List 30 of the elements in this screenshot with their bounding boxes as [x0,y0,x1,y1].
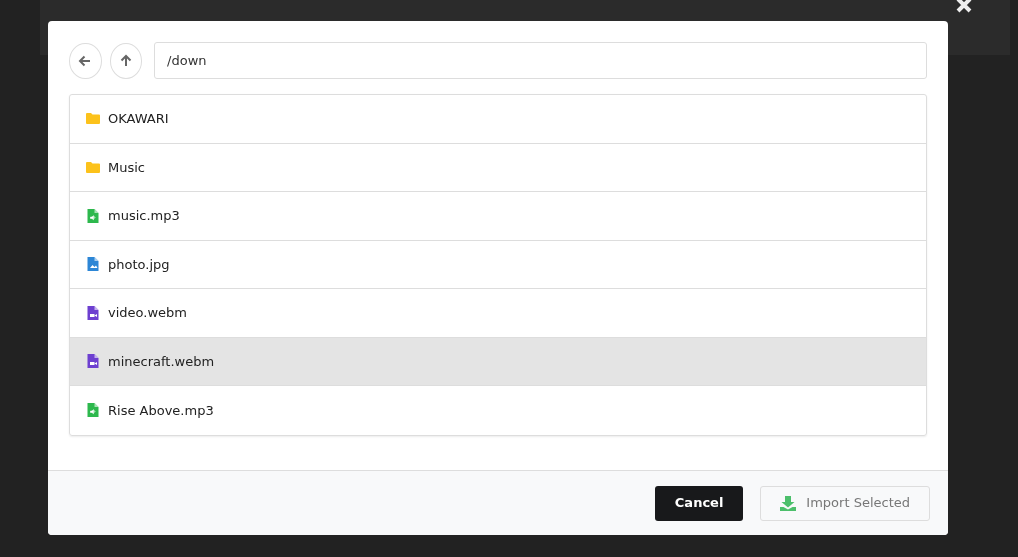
close-icon[interactable] [956,0,972,13]
back-arrow-icon [78,53,93,68]
image-file-icon [86,257,100,272]
file-row[interactable]: Rise Above.mp3 [70,386,926,435]
back-button[interactable] [69,42,102,79]
file-name: music.mp3 [108,207,180,225]
path-field[interactable]: /down [154,42,927,79]
folder-icon [86,161,100,173]
file-name: photo.jpg [108,255,170,274]
download-icon [780,495,797,511]
file-name: minecraft.webm [108,352,215,371]
file-row[interactable]: Music [70,143,926,192]
file-row[interactable]: music.mp3 [70,192,926,241]
video-file-icon [86,354,100,369]
audio-file-icon [86,208,100,223]
up-button[interactable] [109,42,143,79]
cancel-button[interactable]: Cancel [654,485,744,521]
file-row[interactable]: OKAWARI [70,95,926,144]
file-name: Music [108,158,145,177]
folder-icon [86,113,100,125]
import-label: Import Selected [806,494,910,513]
file-row[interactable]: minecraft.webm [70,337,926,386]
audio-file-icon [86,403,100,418]
file-name: OKAWARI [108,110,169,128]
video-file-icon [86,305,100,320]
file-row[interactable]: photo.jpg [70,240,926,289]
file-name: video.webm [108,304,187,322]
file-name: Rise Above.mp3 [108,401,214,420]
up-arrow-icon [118,53,133,68]
file-row[interactable]: video.webm [70,289,926,338]
